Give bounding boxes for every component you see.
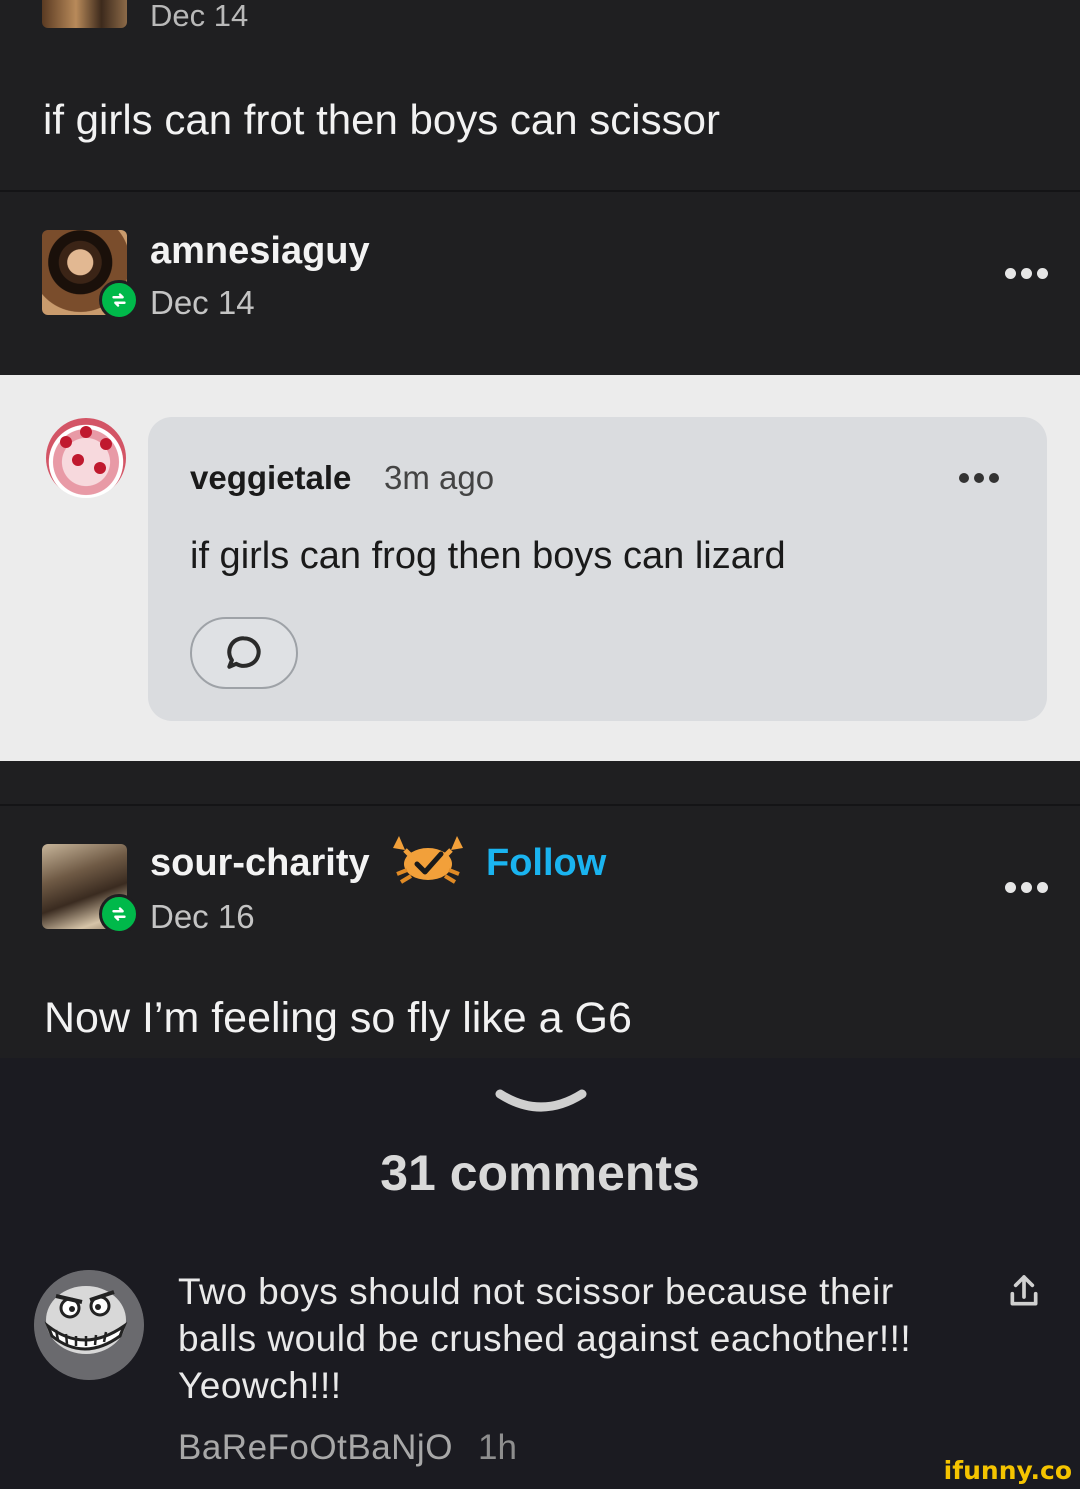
more-options-icon[interactable] xyxy=(1005,268,1048,279)
username[interactable]: sour-charity xyxy=(150,842,370,885)
reblog-header-sour-charity: sour-charity Follow Dec 16 Now I’m feeli… xyxy=(0,806,1080,1058)
comment-time: 1h xyxy=(478,1428,517,1467)
post-date: Dec 14 xyxy=(150,0,249,33)
comment-username[interactable]: veggietale xyxy=(190,459,351,497)
username[interactable]: amnesiaguy xyxy=(150,230,370,273)
more-options-icon[interactable] xyxy=(1005,882,1048,893)
comment-time: 3m ago xyxy=(384,459,495,496)
spacer xyxy=(0,761,1080,806)
more-options-icon[interactable] xyxy=(959,473,999,483)
speech-bubble-icon xyxy=(227,636,261,669)
chevron-down-icon[interactable] xyxy=(494,1086,588,1116)
comment-bubble: veggietale 3m ago if girls can frog then… xyxy=(148,417,1047,721)
post-date: Dec 16 xyxy=(150,898,255,935)
watermark-logo: ifunny.co xyxy=(943,1456,1072,1485)
top-post: Dec 14 if girls can frot then boys can s… xyxy=(0,0,1080,190)
avatar[interactable] xyxy=(42,0,127,28)
reblog-icon xyxy=(112,907,126,921)
comments-section: 31 comments Two boys should not scissor … xyxy=(0,1058,1080,1489)
reblog-badge xyxy=(99,894,139,934)
comment-text: if girls can frog then boys can lizard xyxy=(190,535,786,577)
post-body: Now I’m feeling so fly like a G6 xyxy=(44,994,632,1042)
reblog-badge xyxy=(99,280,139,320)
reblog-header-amnesiaguy: amnesiaguy Dec 14 xyxy=(0,192,1080,375)
post-body: if girls can frot then boys can scissor xyxy=(43,96,720,143)
quoted-comment-section: veggietale 3m ago if girls can frog then… xyxy=(0,375,1080,761)
comment-text: Two boys should not scissor because thei… xyxy=(178,1271,912,1406)
reblog-icon xyxy=(112,293,126,307)
avatar[interactable] xyxy=(46,418,126,498)
comment-author[interactable]: BaReFoOtBaNjO xyxy=(178,1428,453,1468)
verified-crab-icon xyxy=(393,836,463,884)
reply-button[interactable] xyxy=(190,617,298,689)
follow-button[interactable]: Follow xyxy=(486,842,606,885)
avatar[interactable] xyxy=(34,1270,144,1380)
share-icon[interactable] xyxy=(1004,1272,1044,1312)
comments-count: 31 comments xyxy=(380,1145,700,1201)
post-date: Dec 14 xyxy=(150,284,255,321)
